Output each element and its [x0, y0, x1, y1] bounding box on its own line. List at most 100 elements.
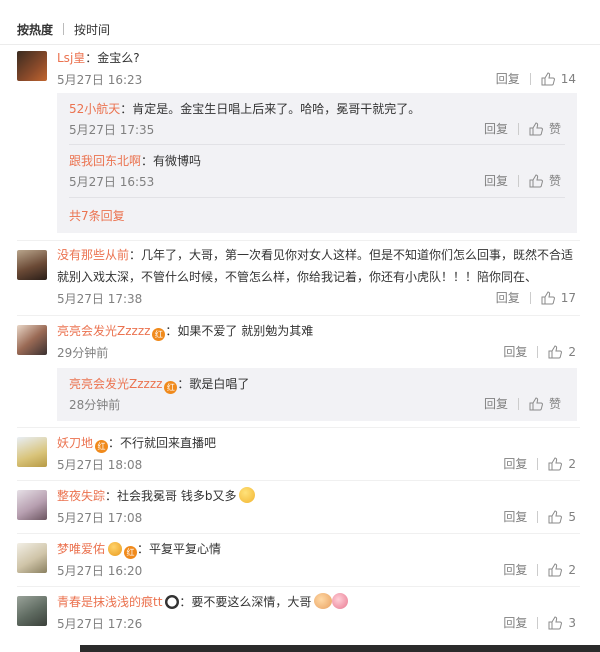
thumbs-up-icon [541, 290, 555, 304]
comment-divider [17, 427, 580, 428]
thumbs-up-icon [541, 71, 555, 85]
comment-text: ：平复平复心情 [137, 542, 222, 556]
reply-divider [69, 144, 565, 145]
comment-text: ：要不要这么深情，大哥 [179, 595, 312, 609]
avatar[interactable] [17, 490, 47, 520]
reply-text: ：有微博吗 [141, 154, 202, 168]
action-divider [537, 457, 539, 470]
like-button[interactable]: 3 [548, 616, 576, 630]
comment-time: 29分钟前 [57, 346, 109, 360]
like-button[interactable]: 2 [548, 563, 576, 577]
reply-text: ：肯定是。金宝生日唱上后来了。哈哈，冕哥干就完了。 [120, 102, 421, 116]
reply-button[interactable]: 回复 [484, 120, 508, 137]
comment-username[interactable]: 青春是抹浅浅的痕tt [57, 595, 162, 609]
like-label: 赞 [548, 397, 561, 411]
like-button[interactable]: 2 [548, 345, 576, 359]
comment-time: 5月27日 17:08 [57, 511, 143, 525]
avatar[interactable] [17, 596, 47, 626]
more-replies-link[interactable]: 共7条回复 [69, 209, 125, 223]
like-button[interactable]: 赞 [529, 395, 561, 412]
like-count: 2 [568, 344, 576, 359]
reply-divider [69, 197, 565, 198]
like-label: 赞 [548, 122, 561, 136]
action-divider [529, 72, 531, 85]
member-badge-icon: 红 [95, 440, 109, 453]
like-button[interactable]: 17 [541, 291, 576, 305]
comment-text: ：几年了，大哥，第一次看见你对女人这样。但是不知道你们怎么回事，既然不合适 [129, 248, 574, 262]
action-divider [537, 345, 539, 358]
comment-username[interactable]: 没有那些从前 [57, 248, 129, 262]
thumbs-up-icon [529, 121, 543, 135]
action-divider [537, 616, 539, 629]
comment-text: ：如果不爱了 就别勉为其难 [165, 324, 314, 338]
like-label: 赞 [548, 174, 561, 188]
tab-by-time[interactable]: 按时间 [74, 21, 110, 38]
action-divider [517, 397, 519, 410]
action-divider [517, 122, 519, 135]
comment-text: ：社会我冕哥 钱多b又多 [105, 489, 237, 503]
top-divider [0, 44, 600, 45]
reply-button[interactable]: 回复 [503, 561, 527, 578]
avatar[interactable] [17, 543, 47, 573]
like-button[interactable]: 2 [548, 457, 576, 471]
like-button[interactable]: 5 [548, 510, 576, 524]
comment-divider [17, 586, 580, 587]
reply-button[interactable]: 回复 [484, 395, 508, 412]
comment-time: 5月27日 16:20 [57, 564, 143, 578]
member-badge-icon: 红 [152, 328, 166, 341]
like-count: 5 [568, 509, 576, 524]
reply-username[interactable]: 52小航天 [69, 102, 120, 116]
reply-button[interactable]: 回复 [496, 70, 520, 87]
reply-username[interactable]: 跟我回东北啊 [69, 154, 141, 168]
comment-username[interactable]: 整夜失踪 [57, 489, 105, 503]
smirk-emoji-icon [239, 487, 256, 503]
avatar[interactable] [17, 325, 47, 355]
reply-box: 52小航天：肯定是。金宝生日唱上后来了。哈哈，冕哥干就完了。 5月27日 17:… [57, 93, 577, 233]
comment-divider [17, 315, 580, 316]
avatar[interactable] [17, 250, 47, 280]
comment-text: ：不行就回来直播吧 [108, 436, 217, 450]
comment-divider [17, 240, 580, 241]
kiss-emoji-icon [314, 593, 333, 609]
like-count: 3 [568, 615, 576, 630]
comment-time: 5月27日 16:23 [57, 73, 143, 87]
reply-time: 5月27日 17:35 [69, 123, 155, 137]
reply-button[interactable]: 回复 [496, 289, 520, 306]
like-button[interactable]: 赞 [529, 172, 561, 189]
reply-item: 跟我回东北啊：有微博吗 5月27日 16:53 回复 赞 [69, 151, 565, 191]
reply-button[interactable]: 回复 [503, 455, 527, 472]
like-count: 2 [568, 456, 576, 471]
thumbs-up-icon [548, 562, 563, 576]
comment-time: 5月27日 18:08 [57, 458, 143, 472]
comment-username[interactable]: 妖刀地 [57, 436, 93, 450]
panda-emoji-icon [165, 595, 180, 609]
action-divider [537, 563, 539, 576]
avatar[interactable] [17, 51, 47, 81]
reply-username[interactable]: 亮亮会发光Zzzzz [69, 377, 162, 391]
avatar[interactable] [17, 437, 47, 467]
action-divider [537, 510, 539, 523]
like-count: 17 [560, 290, 576, 305]
comment-text: ：金宝么? [85, 51, 140, 65]
reply-button[interactable]: 回复 [503, 508, 527, 525]
comment-text-continued: 就别入戏太深，不管什么时候，不管怎么样，你给我记着，你还有小虎队！！！陪你同在、 [57, 270, 538, 284]
thumbs-up-icon [548, 344, 563, 358]
like-button[interactable]: 14 [541, 72, 576, 86]
like-count: 2 [568, 562, 576, 577]
comment-divider [17, 533, 580, 534]
tab-by-hot[interactable]: 按热度 [17, 21, 53, 38]
heart-emoji-icon [332, 593, 349, 609]
tab-divider [63, 23, 65, 35]
reply-button[interactable]: 回复 [503, 614, 527, 631]
reply-button[interactable]: 回复 [484, 172, 508, 189]
thumbs-up-icon [529, 396, 543, 410]
comment-divider [17, 480, 580, 481]
action-divider [517, 174, 519, 187]
comment-username[interactable]: 亮亮会发光Zzzzz [57, 324, 150, 338]
reply-button[interactable]: 回复 [503, 343, 527, 360]
comment-username[interactable]: Lsj皇 [57, 51, 85, 65]
like-button[interactable]: 赞 [529, 120, 561, 137]
comment-username[interactable]: 梦唯爱佑 [57, 542, 105, 556]
like-count: 14 [560, 71, 576, 86]
reply-box: 亮亮会发光Zzzzz 红：歌是白唱了 28分钟前 回复 赞 [57, 368, 577, 421]
